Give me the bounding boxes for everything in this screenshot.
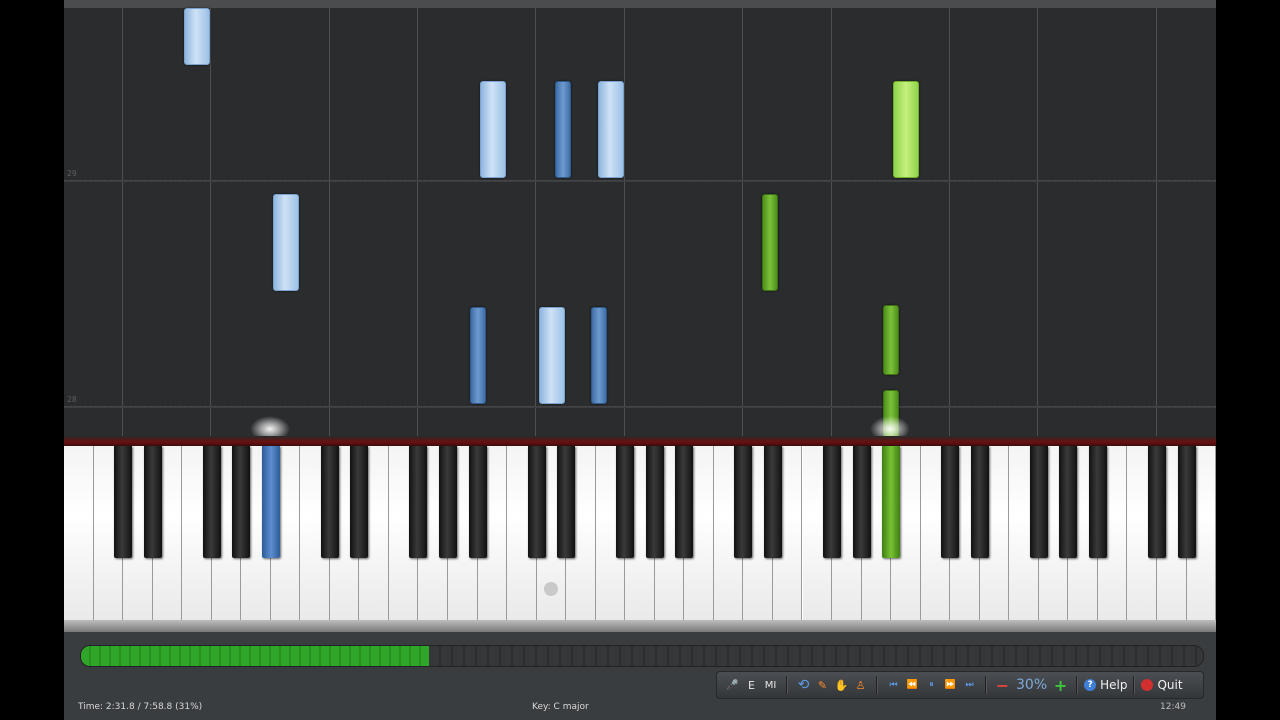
- skip-start-icon[interactable]: ⏮: [884, 674, 903, 696]
- toolbar-separator: [1133, 676, 1136, 694]
- loop-icon[interactable]: ⟲: [794, 674, 813, 696]
- roll-gridline: [1037, 8, 1038, 436]
- measure-number: 28: [67, 395, 77, 404]
- roll-gridline: [831, 8, 832, 436]
- speed-increase-button[interactable]: +: [1051, 674, 1070, 696]
- toolbar-separator: [876, 676, 878, 694]
- roll-gridline: [1156, 8, 1157, 436]
- black-key[interactable]: [320, 446, 339, 558]
- status-clock: 12:49: [1160, 702, 1186, 712]
- black-key[interactable]: [1088, 446, 1107, 558]
- roll-gridline: [535, 8, 536, 436]
- black-key[interactable]: [1029, 446, 1048, 558]
- roll-gridline: [624, 8, 625, 436]
- playback-toolbar: 🎤 E MI ⟲ ✎ ✋ ♙ ⏮ ⏪ ⏸ ⏩ ⏭ − 30% + ? Help …: [716, 671, 1204, 699]
- note-left-hand: [539, 307, 565, 404]
- speed-decrease-button[interactable]: −: [993, 674, 1012, 696]
- toolbar-separator: [786, 676, 788, 694]
- black-key[interactable]: [852, 446, 871, 558]
- note-right-hand: [893, 81, 919, 178]
- black-key[interactable]: [1059, 446, 1078, 558]
- black-key[interactable]: [616, 446, 635, 558]
- progress-remaining: [428, 646, 1203, 666]
- help-icon: ?: [1084, 679, 1097, 691]
- black-key[interactable]: [114, 446, 133, 558]
- roll-gridline: [949, 8, 950, 436]
- roll-top-border: [64, 0, 1216, 8]
- edit-button[interactable]: E: [742, 674, 761, 696]
- midi-button[interactable]: MI: [761, 674, 780, 696]
- note-left-hand: [470, 307, 486, 404]
- metronome-icon[interactable]: ♙: [851, 674, 870, 696]
- hand-icon[interactable]: ✋: [832, 674, 851, 696]
- note-roll: 29 28: [64, 0, 1216, 436]
- note-left-hand: [480, 81, 506, 178]
- key-hit-glow: [870, 416, 910, 436]
- mic-icon[interactable]: 🎤: [723, 674, 742, 696]
- black-key[interactable]: [439, 446, 458, 558]
- black-key[interactable]: [557, 446, 576, 558]
- note-left-hand: [598, 81, 624, 178]
- speed-value: 30%: [1016, 677, 1048, 693]
- measure-line: [64, 406, 1216, 408]
- black-key[interactable]: [409, 446, 428, 558]
- black-key[interactable]: [970, 446, 989, 558]
- black-key[interactable]: [823, 446, 842, 558]
- help-button[interactable]: ? Help: [1084, 674, 1127, 696]
- note-left-hand: [273, 194, 299, 291]
- black-key[interactable]: [468, 446, 487, 558]
- black-key[interactable]: [645, 446, 664, 558]
- roll-gridline: [742, 8, 743, 436]
- roll-gridline: [329, 8, 330, 436]
- black-key[interactable]: [882, 446, 901, 558]
- black-key[interactable]: [232, 446, 251, 558]
- piano-keyboard[interactable]: [64, 446, 1216, 622]
- quit-icon: [1141, 679, 1154, 691]
- black-key[interactable]: [261, 446, 280, 558]
- black-key[interactable]: [941, 446, 960, 558]
- pause-icon[interactable]: ⏸: [922, 674, 941, 696]
- keyboard-felt: [64, 436, 1216, 446]
- status-key: Key: C major: [532, 702, 589, 712]
- quit-label: Quit: [1157, 678, 1183, 692]
- rewind-icon[interactable]: ⏪: [903, 674, 922, 696]
- white-key[interactable]: [64, 446, 94, 620]
- black-key[interactable]: [1147, 446, 1166, 558]
- roll-gridline: [210, 8, 211, 436]
- measure-line: [64, 180, 1216, 182]
- fast-forward-icon[interactable]: ⏩: [941, 674, 960, 696]
- note-left-hand: [591, 307, 607, 404]
- status-time: Time: 2:31.8 / 7:58.8 (31%): [78, 702, 203, 712]
- black-key[interactable]: [763, 446, 782, 558]
- measure-number: 29: [67, 169, 77, 178]
- black-key[interactable]: [350, 446, 369, 558]
- synthesia-window: 29 28 🎤 E MI ⟲ ✎ ✋ ♙ ⏮ ⏪ ⏸ ⏩ ⏭ − 30% + ?…: [64, 0, 1216, 720]
- black-key[interactable]: [675, 446, 694, 558]
- note-left-hand: [184, 8, 210, 65]
- pencil-icon[interactable]: ✎: [813, 674, 832, 696]
- toolbar-separator: [1076, 676, 1079, 694]
- skip-end-icon[interactable]: ⏭: [960, 674, 979, 696]
- black-key[interactable]: [1177, 446, 1196, 558]
- note-left-hand: [555, 81, 571, 178]
- roll-gridline: [417, 8, 418, 436]
- middle-c-marker: [544, 582, 558, 596]
- toolbar-separator: [985, 676, 987, 694]
- help-label: Help: [1100, 678, 1128, 692]
- black-key[interactable]: [202, 446, 221, 558]
- black-key[interactable]: [143, 446, 162, 558]
- song-progress-bar[interactable]: [80, 645, 1204, 667]
- roll-gridline: [122, 8, 123, 436]
- keyboard-base: [64, 620, 1216, 632]
- progress-fill: [81, 646, 429, 666]
- note-right-hand: [883, 305, 899, 375]
- quit-button[interactable]: Quit: [1141, 674, 1183, 696]
- note-right-hand: [762, 194, 778, 291]
- black-key[interactable]: [527, 446, 546, 558]
- black-key[interactable]: [734, 446, 753, 558]
- key-hit-glow: [250, 416, 290, 436]
